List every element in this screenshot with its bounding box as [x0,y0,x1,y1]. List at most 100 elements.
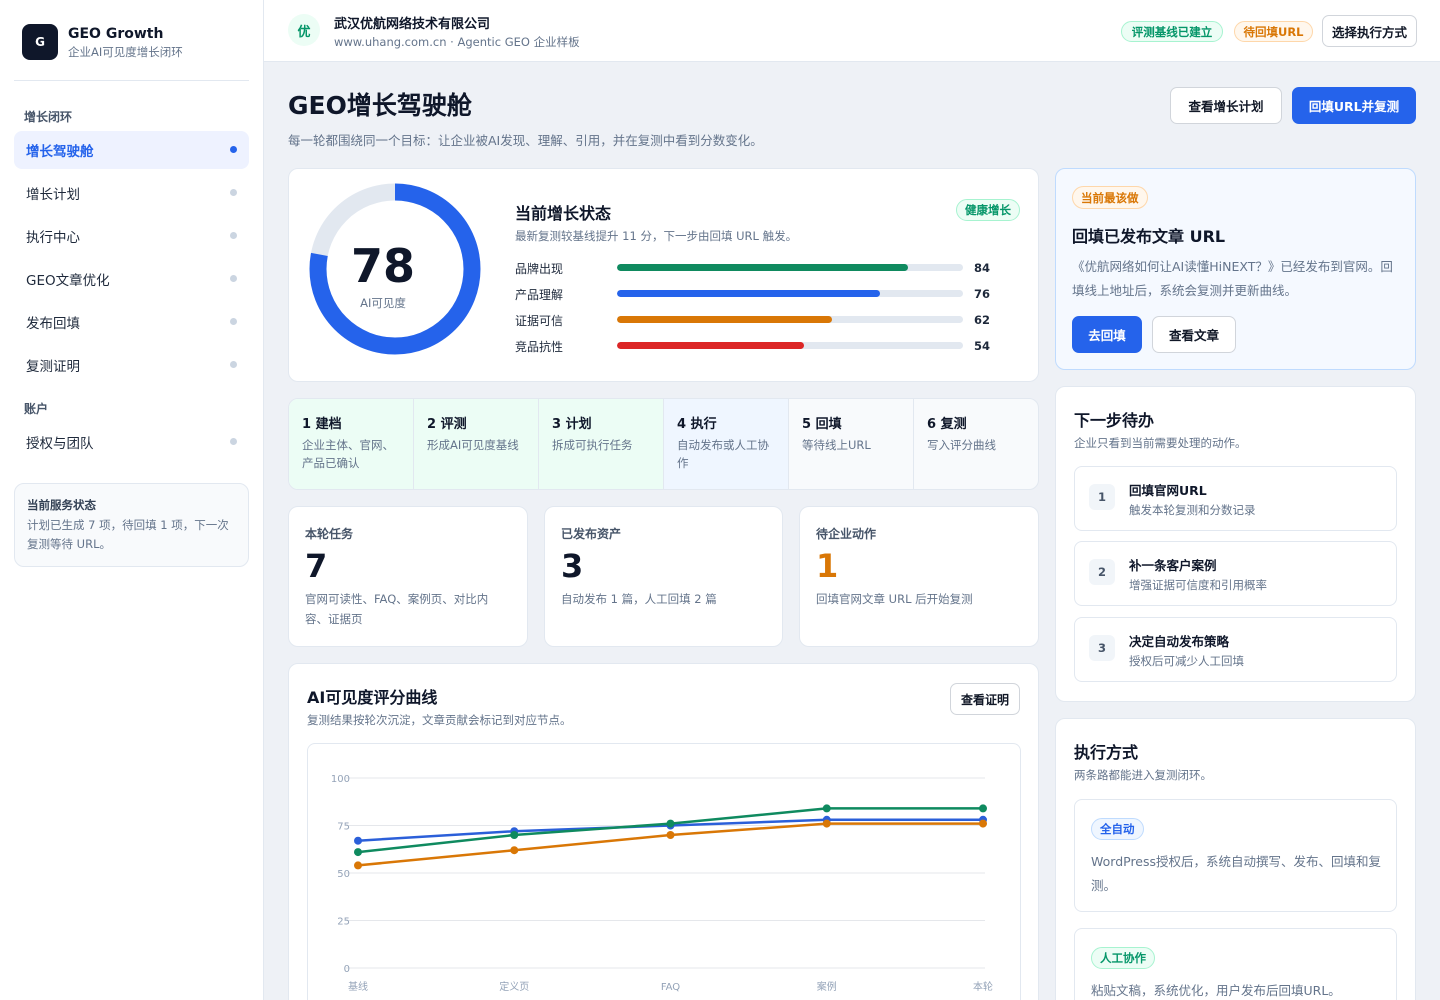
task-item[interactable]: 2 补一条客户案例 增强证据可信度和引用概率 [1074,541,1397,606]
series-point [354,836,362,845]
metric-fill-brand [617,264,908,271]
sidebar-item-label: 发布回填 [26,316,80,332]
service-status-desc: 计划已生成 7 项，待回填 1 项，下一次复测等待 URL。 [27,518,229,551]
badge-pending-url: 待回填URL [1234,21,1313,42]
series-line-2 [357,822,983,867]
step-execute[interactable]: 4 执行 自动发布或人工协作 [664,399,789,489]
view-plan-button[interactable]: 查看增长计划 [1170,87,1282,124]
step-desc: 等待线上URL [802,438,871,452]
priority-tag: 当前最该做 [1072,186,1148,209]
task-number: 3 [1089,635,1115,661]
x-tick-label: 基线 [348,980,368,993]
task-desc: 增强证据可信度和引用概率 [1129,578,1267,592]
exec-mode-subtitle: 两条路都能进入复测闭环。 [1074,768,1212,782]
y-tick-label: 75 [337,822,350,833]
backfill-retest-button[interactable]: 回填URL并复测 [1292,87,1416,124]
sidebar-item-execution[interactable]: 执行中心 [14,217,249,255]
next-steps-subtitle: 企业只看到当前需要处理的动作。 [1074,436,1247,450]
task-number: 1 [1089,484,1115,510]
step-title: 4 执行 [677,417,717,432]
x-tick-label: 案例 [817,980,837,993]
step-plan[interactable]: 3 计划 拆成可执行任务 [539,399,664,489]
sidebar-item-article-optimize[interactable]: GEO文章优化 [14,260,249,298]
task-item[interactable]: 3 决定自动发布策略 授权后可减少人工回填 [1074,617,1397,682]
page-title: GEO增长驾驶舱 [288,91,472,120]
sidebar-item-label: 增长计划 [26,187,80,203]
series-point [666,831,675,839]
status-title: 当前增长状态 [515,204,612,223]
task-desc: 触发本轮复测和分数记录 [1129,503,1256,517]
divider [14,80,249,81]
step-desc: 企业主体、官网、产品已确认 [302,438,394,470]
status-card: 78 AI可见度 当前增长状态 最新复测较基线提升 11 分，下一步由回填 UR… [288,168,1039,382]
stat-value: 7 [305,547,328,585]
mode-manual[interactable]: 人工协作 粘贴文稿，系统优化，用户发布后回填URL。 [1074,928,1397,1000]
task-desc: 授权后可减少人工回填 [1129,654,1244,668]
task-title: 补一条客户案例 [1129,558,1217,573]
nav-dot-icon [230,318,237,325]
status-subtitle: 最新复测较基线提升 11 分，下一步由回填 URL 触发。 [515,229,798,243]
priority-todo-card: 当前最该做 回填已发布文章 URL 《优航网络如何让AI读懂HiNEXT？》已经… [1055,168,1416,370]
series-point [510,846,519,855]
step-evaluate[interactable]: 2 评测 形成AI可见度基线 [414,399,539,489]
step-retest[interactable]: 6 复测 写入评分曲线 [914,399,1038,489]
step-title: 5 回填 [802,417,842,432]
sidebar-item-label: 复测证明 [26,359,80,375]
step-profile[interactable]: 1 建档 企业主体、官网、产品已确认 [289,399,414,489]
nav-dot-icon [230,361,237,368]
sidebar-item-dashboard[interactable]: 增长驾驶舱 [14,131,249,169]
sidebar-item-auth-team[interactable]: 授权与团队 [14,423,249,461]
service-status-title: 当前服务状态 [27,498,96,512]
priority-desc: 《优航网络如何让AI读懂HiNEXT？》已经发布到官网。回填线上地址后，系统会复… [1072,259,1393,298]
stat-desc: 自动发布 1 篇，人工回填 2 篇 [561,592,717,606]
step-backfill[interactable]: 5 回填 等待线上URL [789,399,914,489]
step-desc: 自动发布或人工协作 [677,438,769,470]
step-title: 1 建档 [302,417,342,432]
view-proof-button[interactable]: 查看证明 [950,683,1020,715]
series-point [354,848,362,857]
metric-track-evidence [617,316,963,323]
x-tick-label: 本轮 [973,980,993,993]
series-point [354,861,362,870]
stat-value: 3 [561,547,584,585]
metric-track-brand [617,264,963,271]
series-point [822,819,831,828]
chart-title: AI可见度评分曲线 [307,688,438,707]
priority-title: 回填已发布文章 URL [1072,227,1226,246]
task-item[interactable]: 1 回填官网URL 触发本轮复测和分数记录 [1074,466,1397,531]
mode-auto[interactable]: 全自动 WordPress授权后，系统自动撰写、发布、回填和复测。 [1074,799,1397,912]
choose-mode-button[interactable]: 选择执行方式 [1322,15,1417,47]
sidebar: G GEO Growth 企业AI可见度增长闭环 增长闭环 增长驾驶舱 增长计划… [0,0,264,1000]
next-steps-card: 下一步待办 企业只看到当前需要处理的动作。 1 回填官网URL 触发本轮复测和分… [1055,386,1416,702]
step-desc: 形成AI可见度基线 [427,438,519,452]
sidebar-item-retest-proof[interactable]: 复测证明 [14,346,249,384]
sidebar-item-plan[interactable]: 增长计划 [14,174,249,212]
step-title: 3 计划 [552,417,592,432]
sidebar-item-label: 执行中心 [26,230,80,246]
metric-label-evidence: 证据可信 [515,314,564,328]
nav-section-growth: 增长闭环 [24,110,73,124]
score-chart-card: AI可见度评分曲线 复测结果按轮次沉淀，文章贡献会标记到对应节点。 查看证明 0… [288,663,1039,1000]
metric-track-competitor [617,342,963,349]
y-tick-label: 100 [331,774,350,785]
y-tick-label: 0 [344,964,350,975]
sidebar-item-publish-backfill[interactable]: 发布回填 [14,303,249,341]
view-article-button[interactable]: 查看文章 [1152,316,1236,353]
health-badge: 健康增长 [956,199,1020,221]
go-backfill-button[interactable]: 去回填 [1072,316,1142,353]
nav-dot-icon [230,275,237,282]
page-description: 每一轮都围绕同一个目标：让企业被AI发现、理解、引用，并在复测中看到分数变化。 [288,133,763,148]
task-title: 决定自动发布策略 [1129,634,1230,649]
metric-value-competitor: 54 [974,339,991,353]
visibility-score: 78 [350,239,415,293]
series-line-1 [357,807,983,854]
stat-label: 待企业动作 [816,527,877,541]
badge-baseline: 评测基线已建立 [1121,21,1223,42]
mode-desc: 粘贴文稿，系统优化，用户发布后回填URL。 [1091,983,1341,998]
metric-label-brand: 品牌出现 [515,262,564,276]
stat-desc: 官网可读性、FAQ、案例页、对比内容、证据页 [305,592,489,626]
chart-subtitle: 复测结果按轮次沉淀，文章贡献会标记到对应节点。 [307,713,572,727]
mode-desc: WordPress授权后，系统自动撰写、发布、回填和复测。 [1091,854,1382,893]
service-status-box: 当前服务状态 计划已生成 7 项，待回填 1 项，下一次复测等待 URL。 [14,483,249,567]
metric-fill-product [617,290,880,297]
